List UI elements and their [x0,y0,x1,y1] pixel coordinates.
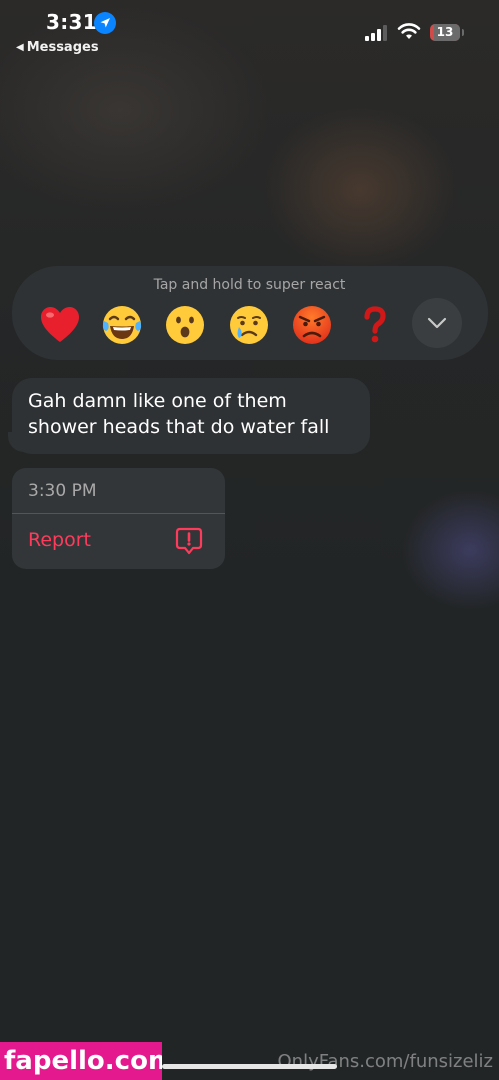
message-context-menu: 3:30 PM Report [12,468,225,569]
back-to-messages-link[interactable]: ◀ Messages [16,40,99,55]
message-bubble[interactable]: Gah damn like one of them shower heads t… [12,378,370,454]
more-reactions-button[interactable] [412,298,462,348]
report-button[interactable]: Report [12,514,225,569]
report-label: Report [28,529,91,551]
surprised-reaction-icon[interactable] [163,303,207,347]
reaction-hint: Tap and hold to super react [153,277,346,293]
status-time: 3:31 [46,10,97,34]
heart-reaction-icon[interactable] [38,303,82,347]
question-mark-reaction-icon[interactable] [353,303,397,347]
chevron-down-icon [427,317,447,329]
battery-indicator: 13 [430,24,460,41]
cellular-signal-icon [365,25,387,41]
wifi-icon [397,23,421,39]
back-link-label: Messages [26,40,99,55]
location-arrow-icon [94,12,116,34]
battery-nub [462,29,464,36]
battery-level: 13 [436,25,454,39]
exclamation-bubble-icon [175,527,203,555]
laughing-tears-reaction-icon[interactable] [100,303,144,347]
message-timestamp: 3:30 PM [28,481,97,501]
back-triangle-icon: ◀ [16,42,24,53]
home-indicator[interactable] [162,1064,337,1069]
angry-reaction-icon[interactable] [290,303,334,347]
site-watermark-badge: fapello.com [0,1042,162,1080]
crying-reaction-icon[interactable] [227,303,271,347]
